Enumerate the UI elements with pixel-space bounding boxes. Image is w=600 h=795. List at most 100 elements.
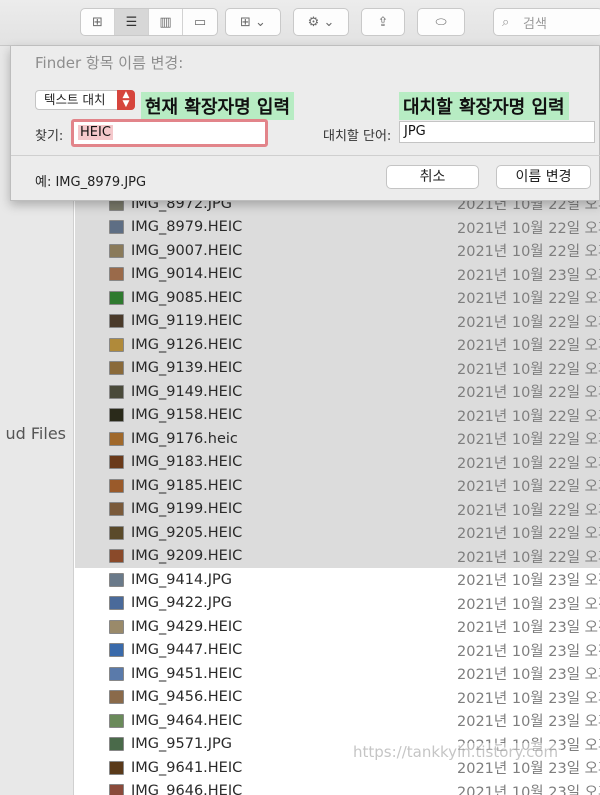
photo-thumbnail-icon xyxy=(109,690,124,705)
photo-thumbnail-icon xyxy=(109,666,124,681)
share-button[interactable]: ⇪ xyxy=(361,8,405,36)
photo-thumbnail-icon xyxy=(109,478,124,493)
file-name: IMG_9158.HEIC xyxy=(131,407,243,424)
file-date: 2021년 10월 23일 오후 xyxy=(457,690,600,707)
file-date: 2021년 10월 22일 오후 xyxy=(457,526,600,543)
photo-thumbnail-icon xyxy=(109,502,124,517)
file-name: IMG_9641.HEIC xyxy=(131,759,243,776)
photo-thumbnail-icon xyxy=(109,737,124,752)
file-date: 2021년 10월 22일 오후 xyxy=(457,338,600,355)
file-row[interactable]: IMG_9126.HEIC 2021년 10월 22일 오후 xyxy=(75,333,600,357)
photo-thumbnail-icon xyxy=(109,760,124,775)
find-field[interactable]: HEIC xyxy=(71,119,268,147)
rename-button[interactable]: 이름 변경 xyxy=(496,165,591,189)
file-date: 2021년 10월 22일 오후 xyxy=(457,385,600,402)
list-view-icon[interactable]: ☰ xyxy=(115,9,149,35)
column-view-icon[interactable]: ▥ xyxy=(149,9,183,35)
file-name: IMG_9209.HEIC xyxy=(131,548,243,565)
file-date: 2021년 10월 23일 오후 xyxy=(457,714,600,731)
replace-field[interactable]: JPG xyxy=(399,121,595,143)
file-date: 2021년 10월 22일 오후 xyxy=(457,455,600,472)
file-date: 2021년 10월 22일 오후 xyxy=(457,549,600,566)
file-name: IMG_9429.HEIC xyxy=(131,618,243,635)
file-date: 2021년 10월 22일 오후 xyxy=(457,432,600,449)
rename-mode-popup[interactable]: 텍스트 대치 ▲ ▼ xyxy=(35,90,135,110)
file-row[interactable]: IMG_9149.HEIC 2021년 10월 22일 오후 xyxy=(75,380,600,404)
file-name: IMG_9451.HEIC xyxy=(131,665,243,682)
replace-label: 대치할 단어: xyxy=(323,129,392,144)
file-row[interactable]: IMG_9429.HEIC 2021년 10월 23일 오전 xyxy=(75,615,600,639)
file-name: IMG_9126.HEIC xyxy=(131,336,243,353)
annotation-current-extension: 현재 확장자명 입력 xyxy=(141,92,295,120)
photo-thumbnail-icon xyxy=(109,455,124,470)
rename-mode-value: 텍스트 대치 xyxy=(44,92,106,107)
file-date: 2021년 10월 23일 오후 xyxy=(457,784,600,795)
file-row[interactable]: IMG_9646.HEIC 2021년 10월 23일 오후 xyxy=(75,780,600,795)
file-row[interactable]: IMG_9414.JPG 2021년 10월 23일 오전 xyxy=(75,568,600,592)
file-name: IMG_9447.HEIC xyxy=(131,642,243,659)
photo-thumbnail-icon xyxy=(109,314,124,329)
photo-thumbnail-icon xyxy=(109,243,124,258)
group-by-button[interactable]: ⊞ ⌄ xyxy=(225,8,281,36)
file-row[interactable]: IMG_9007.HEIC 2021년 10월 22일 오후 xyxy=(75,239,600,263)
file-row[interactable]: IMG_9139.HEIC 2021년 10월 22일 오후 xyxy=(75,356,600,380)
file-date: 2021년 10월 22일 오후 xyxy=(457,408,600,425)
file-row[interactable]: IMG_9451.HEIC 2021년 10월 23일 오후 xyxy=(75,662,600,686)
sheet-divider xyxy=(11,155,600,156)
finder-toolbar: ⊞ ☰ ▥ ▭ ⊞ ⌄ ⚙ ⌄ ⇪ ⬭ ⌕ 검색 xyxy=(0,0,600,46)
photo-thumbnail-icon xyxy=(109,267,124,282)
file-date: 2021년 10월 23일 오전 xyxy=(457,643,600,660)
icon-view-icon[interactable]: ⊞ xyxy=(81,9,115,35)
file-date: 2021년 10월 22일 오후 xyxy=(457,244,600,261)
file-row[interactable]: IMG_9422.JPG 2021년 10월 23일 오전 xyxy=(75,592,600,616)
file-date: 2021년 10월 23일 오전 xyxy=(457,596,600,613)
photo-thumbnail-icon xyxy=(109,713,124,728)
photo-thumbnail-icon xyxy=(109,361,124,376)
sidebar-item-icloud-files[interactable]: ud Files xyxy=(0,422,74,446)
file-row[interactable]: IMG_9185.HEIC 2021년 10월 22일 오후 xyxy=(75,474,600,498)
photo-thumbnail-icon xyxy=(109,596,124,611)
search-placeholder: 검색 xyxy=(523,16,547,32)
action-menu-button[interactable]: ⚙ ⌄ xyxy=(293,8,349,36)
search-icon: ⌕ xyxy=(502,14,510,30)
file-row[interactable]: IMG_8979.HEIC 2021년 10월 22일 오후 xyxy=(75,215,600,239)
file-date: 2021년 10월 23일 오전 xyxy=(457,620,600,637)
replace-field-value: JPG xyxy=(404,124,426,139)
file-date: 2021년 10월 23일 오후 xyxy=(457,667,600,684)
view-mode-segmented-control: ⊞ ☰ ▥ ▭ xyxy=(80,8,218,36)
file-row[interactable]: IMG_9464.HEIC 2021년 10월 23일 오후 xyxy=(75,709,600,733)
file-row[interactable]: IMG_9176.heic 2021년 10월 22일 오후 xyxy=(75,427,600,451)
file-row[interactable]: IMG_9158.HEIC 2021년 10월 22일 오후 xyxy=(75,403,600,427)
file-name: IMG_9007.HEIC xyxy=(131,242,243,259)
file-row[interactable]: IMG_9199.HEIC 2021년 10월 22일 오후 xyxy=(75,497,600,521)
search-field[interactable]: ⌕ 검색 xyxy=(493,8,600,36)
tag-icon: ⬭ xyxy=(435,14,447,30)
file-name: IMG_9199.HEIC xyxy=(131,501,243,518)
gallery-view-icon[interactable]: ▭ xyxy=(183,9,217,35)
file-row[interactable]: IMG_9119.HEIC 2021년 10월 22일 오후 xyxy=(75,309,600,333)
photo-thumbnail-icon xyxy=(109,643,124,658)
file-name: IMG_9014.HEIC xyxy=(131,266,243,283)
file-row[interactable]: IMG_9209.HEIC 2021년 10월 22일 오후 xyxy=(75,544,600,568)
file-name: IMG_8979.HEIC xyxy=(131,219,243,236)
file-name: IMG_9119.HEIC xyxy=(131,313,243,330)
file-row[interactable]: IMG_9447.HEIC 2021년 10월 23일 오전 xyxy=(75,639,600,663)
file-row[interactable]: IMG_9014.HEIC 2021년 10월 23일 오후 xyxy=(75,262,600,286)
file-name: IMG_9646.HEIC xyxy=(131,783,243,795)
file-row[interactable]: IMG_9183.HEIC 2021년 10월 22일 오후 xyxy=(75,450,600,474)
file-name: IMG_9456.HEIC xyxy=(131,689,243,706)
file-date: 2021년 10월 22일 오후 xyxy=(457,291,600,308)
photo-thumbnail-icon xyxy=(109,220,124,235)
cancel-button[interactable]: 취소 xyxy=(386,165,479,189)
file-name: IMG_9085.HEIC xyxy=(131,289,243,306)
file-name: IMG_9139.HEIC xyxy=(131,360,243,377)
file-row[interactable]: IMG_9456.HEIC 2021년 10월 23일 오후 xyxy=(75,686,600,710)
file-row[interactable]: IMG_9085.HEIC 2021년 10월 22일 오후 xyxy=(75,286,600,310)
find-field-value: HEIC xyxy=(78,125,113,140)
watermark: https://tankkyin.tistory.com xyxy=(350,743,562,761)
photo-thumbnail-icon xyxy=(109,337,124,352)
photo-thumbnail-icon xyxy=(109,408,124,423)
file-row[interactable]: IMG_9205.HEIC 2021년 10월 22일 오후 xyxy=(75,521,600,545)
annotation-replace-extension: 대치할 확장자명 입력 xyxy=(399,92,569,120)
tag-button[interactable]: ⬭ xyxy=(417,8,465,36)
